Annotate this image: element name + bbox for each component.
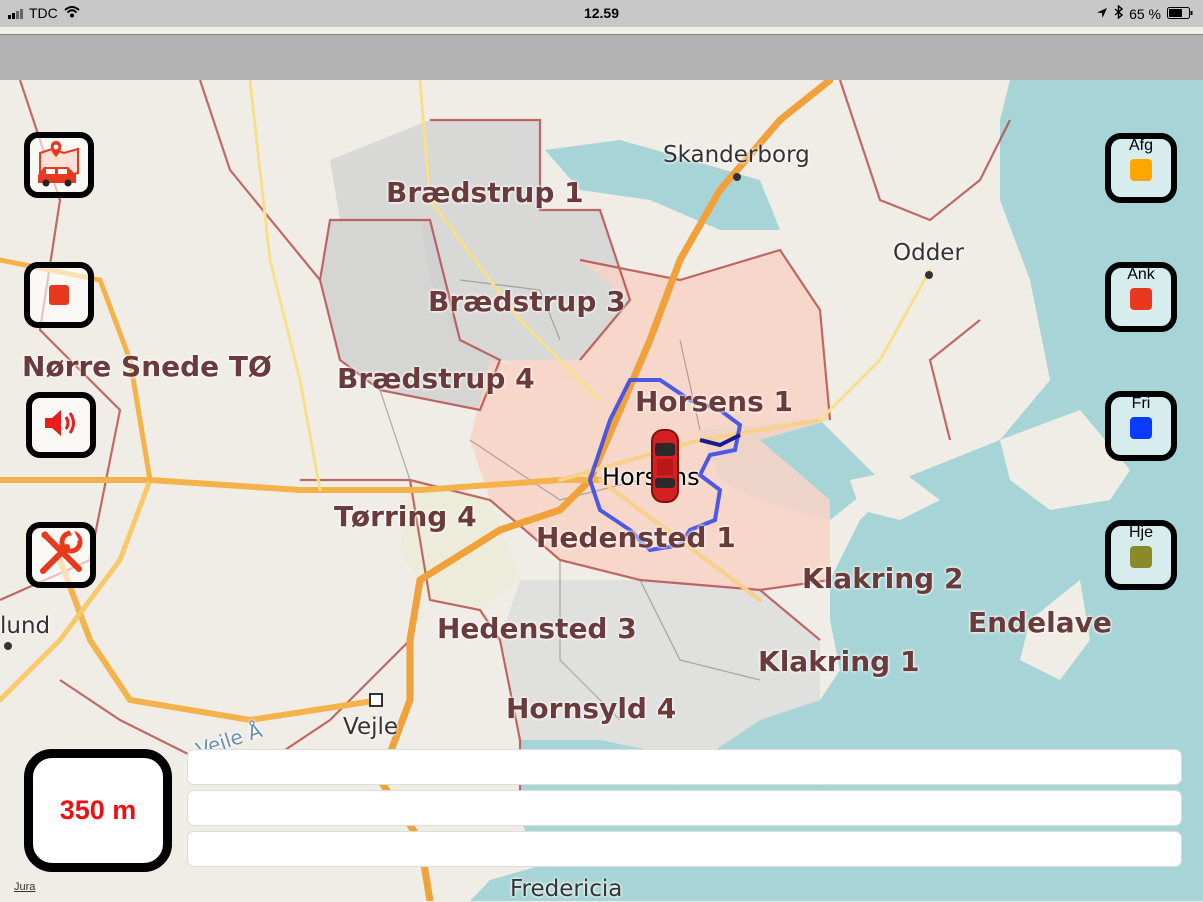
map-car-icon [34,139,84,192]
speaker-icon [43,408,79,443]
district-label: Brædstrup 1 [386,176,584,209]
arrival-label: Ank [1127,266,1155,283]
free-label: Fri [1131,395,1151,412]
home-label: Hje [1128,524,1153,541]
battery-percent: 65 % [1129,5,1161,22]
location-arrow-icon [1096,6,1108,22]
city-label: Fredericia [510,876,623,902]
home-indicator [1130,546,1152,568]
settings-button[interactable] [26,522,96,588]
distance-value: 350 m [59,795,137,825]
battery-icon [1167,6,1193,22]
district-label: Tørring 4 [334,500,477,533]
district-label: Klakring 2 [802,562,964,595]
stop-button[interactable] [24,262,94,328]
clock: 12.59 [583,5,620,21]
car-marker-icon [650,428,680,509]
district-label: Hedensted 3 [437,612,637,645]
city-label: Odder [893,240,964,266]
home-button[interactable]: Hje [1105,520,1177,590]
departure-button[interactable]: Afg [1105,133,1177,203]
district-label: Nørre Snede TØ [22,350,272,383]
district-label: Endelave [968,606,1112,639]
city-label: lund [0,613,51,639]
sound-button[interactable] [26,392,96,458]
district-label: Hedensted 1 [536,521,736,554]
info-bar-3[interactable] [187,831,1182,867]
tools-icon [37,527,85,582]
free-indicator [1130,417,1152,439]
district-label: Horsens 1 [635,385,793,418]
city-label: Skanderborg [663,142,810,168]
city-label: Vejle [343,714,399,740]
map-attribution[interactable]: Jura [14,881,35,893]
departure-indicator [1130,159,1152,181]
status-bar: TDC 12.59 65 % [0,0,1203,27]
stop-icon [49,285,69,305]
district-label: Klakring 1 [758,645,920,678]
departure-label: Afg [1128,137,1153,154]
district-label: Hornsyld 4 [506,692,677,725]
bluetooth-icon [1114,4,1124,22]
free-button[interactable]: Fri [1105,391,1177,461]
map-car-button[interactable] [24,132,94,198]
info-bar-2[interactable] [187,790,1182,826]
district-label: Brædstrup 3 [428,285,626,318]
district-label: Brædstrup 4 [337,362,535,395]
navigation-bar [0,34,1203,81]
info-bar-1[interactable] [187,749,1182,785]
arrival-indicator [1130,288,1152,310]
arrival-button[interactable]: Ank [1105,262,1177,332]
distance-button[interactable]: 350 m [24,749,172,872]
